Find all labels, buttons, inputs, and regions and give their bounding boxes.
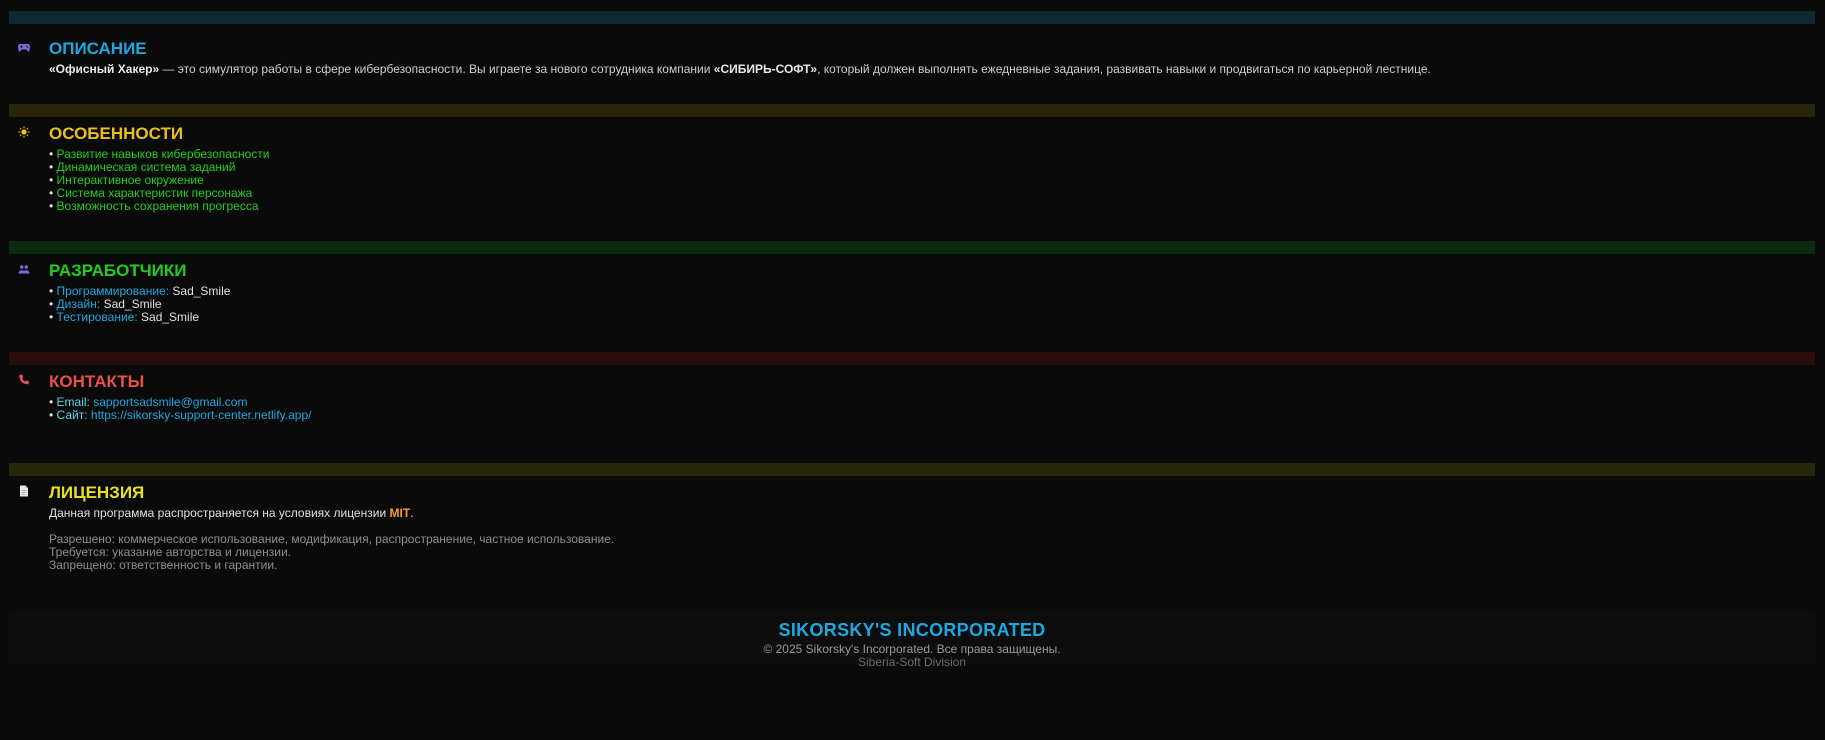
bullet: • bbox=[49, 147, 54, 161]
license-text-part2: . bbox=[410, 506, 414, 520]
license-name: MIT bbox=[389, 506, 411, 520]
license-text-part1: Данная программа распространяется на усл… bbox=[49, 506, 390, 520]
section-divider-description bbox=[9, 11, 1815, 24]
sparkle-icon bbox=[18, 126, 30, 138]
bullet: • bbox=[49, 408, 54, 422]
email-label: Email: bbox=[56, 395, 90, 409]
bullet: • bbox=[49, 310, 54, 324]
license-section: ЛИЦЕНЗИЯ Данная программа распространяет… bbox=[9, 483, 1815, 583]
footer: SIKORSKY'S INCORPORATED © 2025 Sikorsky'… bbox=[9, 611, 1815, 669]
developer-role: Тестирование: bbox=[56, 310, 138, 324]
feature-text: Система характеристик персонажа bbox=[56, 186, 253, 200]
bullet: • bbox=[49, 160, 54, 174]
people-icon bbox=[18, 263, 30, 275]
gamepad-icon bbox=[18, 41, 30, 53]
footer-division: Siberia-Soft Division bbox=[857, 655, 967, 669]
bullet: • bbox=[49, 297, 54, 311]
developer-item: • Тестирование: Sad_Smile bbox=[49, 311, 230, 324]
section-divider-license bbox=[9, 463, 1815, 476]
feature-text: Развитие навыков кибербезопасности bbox=[56, 147, 270, 161]
developer-role: Дизайн: bbox=[56, 297, 101, 311]
developer-name: Sad_Smile bbox=[141, 310, 200, 324]
game-name: «Офисный Хакер» bbox=[49, 62, 160, 76]
bullet: • bbox=[49, 284, 54, 298]
feature-text: Динамическая система заданий bbox=[56, 160, 236, 174]
description-title: ОПИСАНИЕ bbox=[49, 39, 147, 58]
license-text: Данная программа распространяется на усл… bbox=[49, 507, 614, 520]
phone-icon bbox=[18, 374, 30, 386]
section-divider-developers bbox=[9, 241, 1815, 254]
developers-title: РАЗРАБОТЧИКИ bbox=[49, 261, 187, 280]
feature-text: Интерактивное окружение bbox=[56, 173, 204, 187]
feature-text: Возможность сохранения прогресса bbox=[56, 199, 259, 213]
license-forbidden: Запрещено: ответственность и гарантии. bbox=[49, 558, 278, 572]
description-section: ОПИСАНИЕ «Офисный Хакер» — это симулятор… bbox=[9, 39, 1815, 89]
section-divider-contacts bbox=[9, 352, 1815, 365]
email-link[interactable]: sapportsadsmile@gmail.com bbox=[93, 395, 247, 409]
contact-site-row: • Сайт: https://sikorsky-support-center.… bbox=[49, 409, 311, 422]
developers-section: РАЗРАБОТЧИКИ • Программирование: Sad_Smi… bbox=[9, 261, 1815, 324]
contacts-title: КОНТАКТЫ bbox=[49, 372, 145, 391]
document-icon bbox=[18, 485, 30, 497]
about-page: ОПИСАНИЕ «Офисный Хакер» — это симулятор… bbox=[0, 0, 1825, 740]
developer-role: Программирование: bbox=[56, 284, 170, 298]
description-text-part1: — это симулятор работы в сфере кибербезо… bbox=[159, 62, 714, 76]
contacts-section: КОНТАКТЫ • Email: sapportsadsmile@gmail.… bbox=[9, 372, 1815, 432]
bullet: • bbox=[49, 186, 54, 200]
footer-copyright: © 2025 Sikorsky's Incorporated. Все прав… bbox=[763, 642, 1061, 656]
site-label: Сайт: bbox=[56, 408, 88, 422]
bullet: • bbox=[49, 395, 54, 409]
bullet: • bbox=[49, 173, 54, 187]
developer-name: Sad_Smile bbox=[103, 297, 162, 311]
section-divider-features bbox=[9, 104, 1815, 117]
description-text: «Офисный Хакер» — это симулятор работы в… bbox=[49, 63, 1431, 76]
footer-brand: SIKORSKY'S INCORPORATED bbox=[778, 620, 1046, 640]
features-title: ОСОБЕННОСТИ bbox=[49, 124, 184, 143]
bullet: • bbox=[49, 199, 54, 213]
license-title: ЛИЦЕНЗИЯ bbox=[49, 483, 145, 502]
feature-item: • Возможность сохранения прогресса bbox=[49, 200, 269, 213]
developer-name: Sad_Smile bbox=[172, 284, 231, 298]
site-link[interactable]: https://sikorsky-support-center.netlify.… bbox=[91, 408, 312, 422]
description-text-part2: , который должен выполнять ежедневные за… bbox=[817, 62, 1431, 76]
company-name: «СИБИРЬ-СОФТ» bbox=[713, 62, 818, 76]
features-section: ОСОБЕННОСТИ • Развитие навыков кибербезо… bbox=[9, 124, 1815, 214]
